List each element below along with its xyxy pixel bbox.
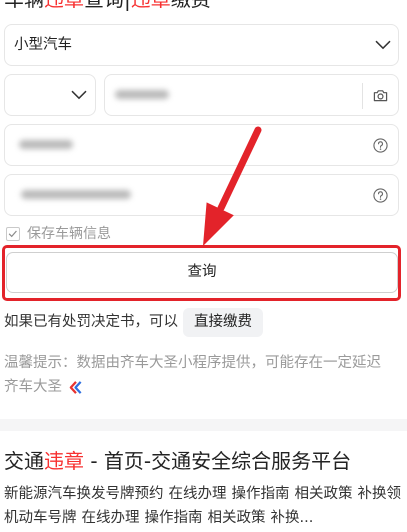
result-title-text: 交通 bbox=[4, 449, 44, 473]
save-vehicle-label: 保存车辆信息 bbox=[27, 226, 111, 242]
save-vehicle-checkbox[interactable] bbox=[6, 227, 20, 241]
result-sublink[interactable]: 机动车号牌 bbox=[4, 510, 77, 526]
brand-logo-icon bbox=[69, 381, 82, 394]
notice-text: 温馨提示：数据由齐车大圣小程序提供，可能存在一定延迟 bbox=[4, 355, 381, 371]
source-name[interactable]: 齐车大圣 bbox=[4, 378, 62, 396]
result-sublink[interactable]: 新能源汽车换发号牌预约 bbox=[4, 486, 164, 502]
chevron-down-icon bbox=[71, 90, 87, 100]
result-sublinks-row: 新能源汽车换发号牌预约 在线办理 操作指南 相关政策 补换领 bbox=[4, 484, 407, 504]
result-title-keyword: 违章 bbox=[44, 449, 84, 473]
province-select[interactable] bbox=[4, 74, 96, 116]
query-button[interactable]: 查询 bbox=[6, 252, 398, 293]
heading-text: 缴费 bbox=[171, 0, 211, 11]
checkmark-icon bbox=[8, 230, 17, 238]
result-title-text: - 首页-交通安全综合服务平台 bbox=[84, 449, 352, 473]
vehicle-type-value: 小型汽车 bbox=[14, 37, 72, 53]
result-sublink[interactable]: 相关政策 bbox=[208, 510, 266, 526]
vehicle-code-input-2[interactable] bbox=[4, 174, 399, 216]
camera-icon[interactable] bbox=[373, 88, 388, 103]
question-circle-icon[interactable] bbox=[373, 138, 388, 153]
blurred-vehicle-code bbox=[21, 190, 131, 199]
result-sublink[interactable]: 在线办理 bbox=[169, 486, 227, 502]
direct-pay-button[interactable]: 直接缴费 bbox=[183, 308, 263, 337]
result-sublinks-row: 机动车号牌 在线办理 操作指南 相关政策 补换... bbox=[4, 508, 407, 528]
chevron-down-icon bbox=[375, 40, 391, 50]
heading-text: 车辆 bbox=[4, 0, 44, 11]
page-heading: 车辆违章查询|违章缴费 bbox=[4, 0, 211, 11]
input-divider bbox=[362, 83, 363, 109]
heading-keyword: 违章 bbox=[44, 0, 84, 11]
heading-text: 查询| bbox=[84, 0, 131, 11]
result-sublink[interactable]: 补换领 bbox=[358, 486, 402, 502]
result-sublink[interactable]: 操作指南 bbox=[145, 510, 203, 526]
blurred-plate-number bbox=[115, 90, 169, 99]
heading-keyword: 违章 bbox=[131, 0, 171, 11]
question-circle-icon[interactable] bbox=[373, 188, 388, 203]
section-divider bbox=[0, 419, 407, 431]
result-sublink[interactable]: 操作指南 bbox=[232, 486, 290, 502]
result-sublink[interactable]: 在线办理 bbox=[82, 510, 140, 526]
blurred-vehicle-code bbox=[19, 140, 73, 149]
vehicle-type-select[interactable]: 小型汽车 bbox=[4, 24, 399, 66]
payment-prompt: 如果已有处罚决定书，可以 bbox=[4, 314, 178, 330]
result-sublink[interactable]: 相关政策 bbox=[295, 486, 353, 502]
vehicle-code-input-1[interactable] bbox=[4, 124, 399, 166]
result-title-link[interactable]: 交通违章 - 首页-交通安全综合服务平台 bbox=[4, 447, 351, 475]
plate-number-input[interactable] bbox=[104, 74, 399, 116]
result-sublink[interactable]: 补换... bbox=[271, 510, 314, 526]
